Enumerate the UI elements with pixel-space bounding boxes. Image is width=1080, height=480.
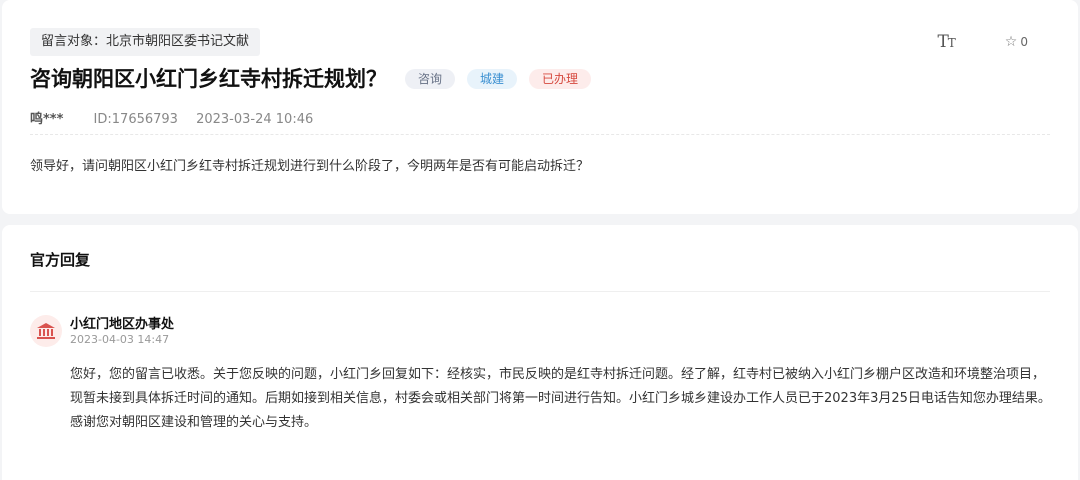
font-size-glyph-small: T — [947, 36, 956, 50]
tag-consult: 咨询 — [405, 69, 456, 89]
status-badge: 已办理 — [529, 69, 592, 89]
star-icon: ☆ — [1004, 34, 1018, 50]
title-row: 咨询朝阳区小红门乡红寺村拆迁规划？ 咨询 城建 已办理 — [30, 64, 592, 94]
message-datetime: 2023-03-24 10:46 — [196, 112, 314, 127]
reply-body: 您好，您的留言已收悉。关于您反映的问题，小红门乡回复如下：经核实，市民反映的是红… — [70, 367, 1051, 430]
favorite-button[interactable]: ☆ 0 — [1005, 34, 1028, 50]
question-card: 留言对象：北京市朝阳区委书记文献 TT ☆ 0 咨询朝阳区小红门乡红寺村拆迁规划… — [2, 0, 1078, 214]
message-detail-page: 留言对象：北京市朝阳区委书记文献 TT ☆ 0 咨询朝阳区小红门乡红寺村拆迁规划… — [0, 0, 1080, 480]
question-meta: 鸣*** ID:17656793 2023-03-24 10:46 — [30, 108, 313, 127]
avatar — [30, 315, 62, 347]
page-title: 咨询朝阳区小红门乡红寺村拆迁规划？ — [30, 67, 387, 91]
message-target-tag: 留言对象：北京市朝阳区委书记文献 — [30, 28, 261, 56]
author-name: 鸣*** — [30, 112, 64, 127]
toolbar: TT ☆ 0 — [937, 32, 1028, 52]
reply-org-name: 小红门地区办事处 — [70, 317, 175, 332]
official-reply-card: 官方回复 小红门地区办事处 2023-04-03 14:47 您好，您的留言已收… — [2, 225, 1078, 480]
favorite-count: 0 — [1020, 35, 1028, 49]
message-id: ID:17656793 — [93, 112, 178, 127]
divider — [30, 134, 1050, 135]
tag-urban-construction: 城建 — [467, 69, 518, 89]
font-size-glyph-big: T — [937, 32, 948, 52]
government-building-icon — [37, 323, 55, 339]
reply-heading: 官方回复 — [30, 251, 91, 269]
divider — [30, 291, 1050, 292]
font-size-icon[interactable]: TT — [937, 32, 956, 52]
reply-datetime: 2023-04-03 14:47 — [70, 333, 170, 346]
question-body: 领导好，请问朝阳区小红门乡红寺村拆迁规划进行到什么阶段了，今明两年是否有可能启动… — [30, 159, 590, 174]
